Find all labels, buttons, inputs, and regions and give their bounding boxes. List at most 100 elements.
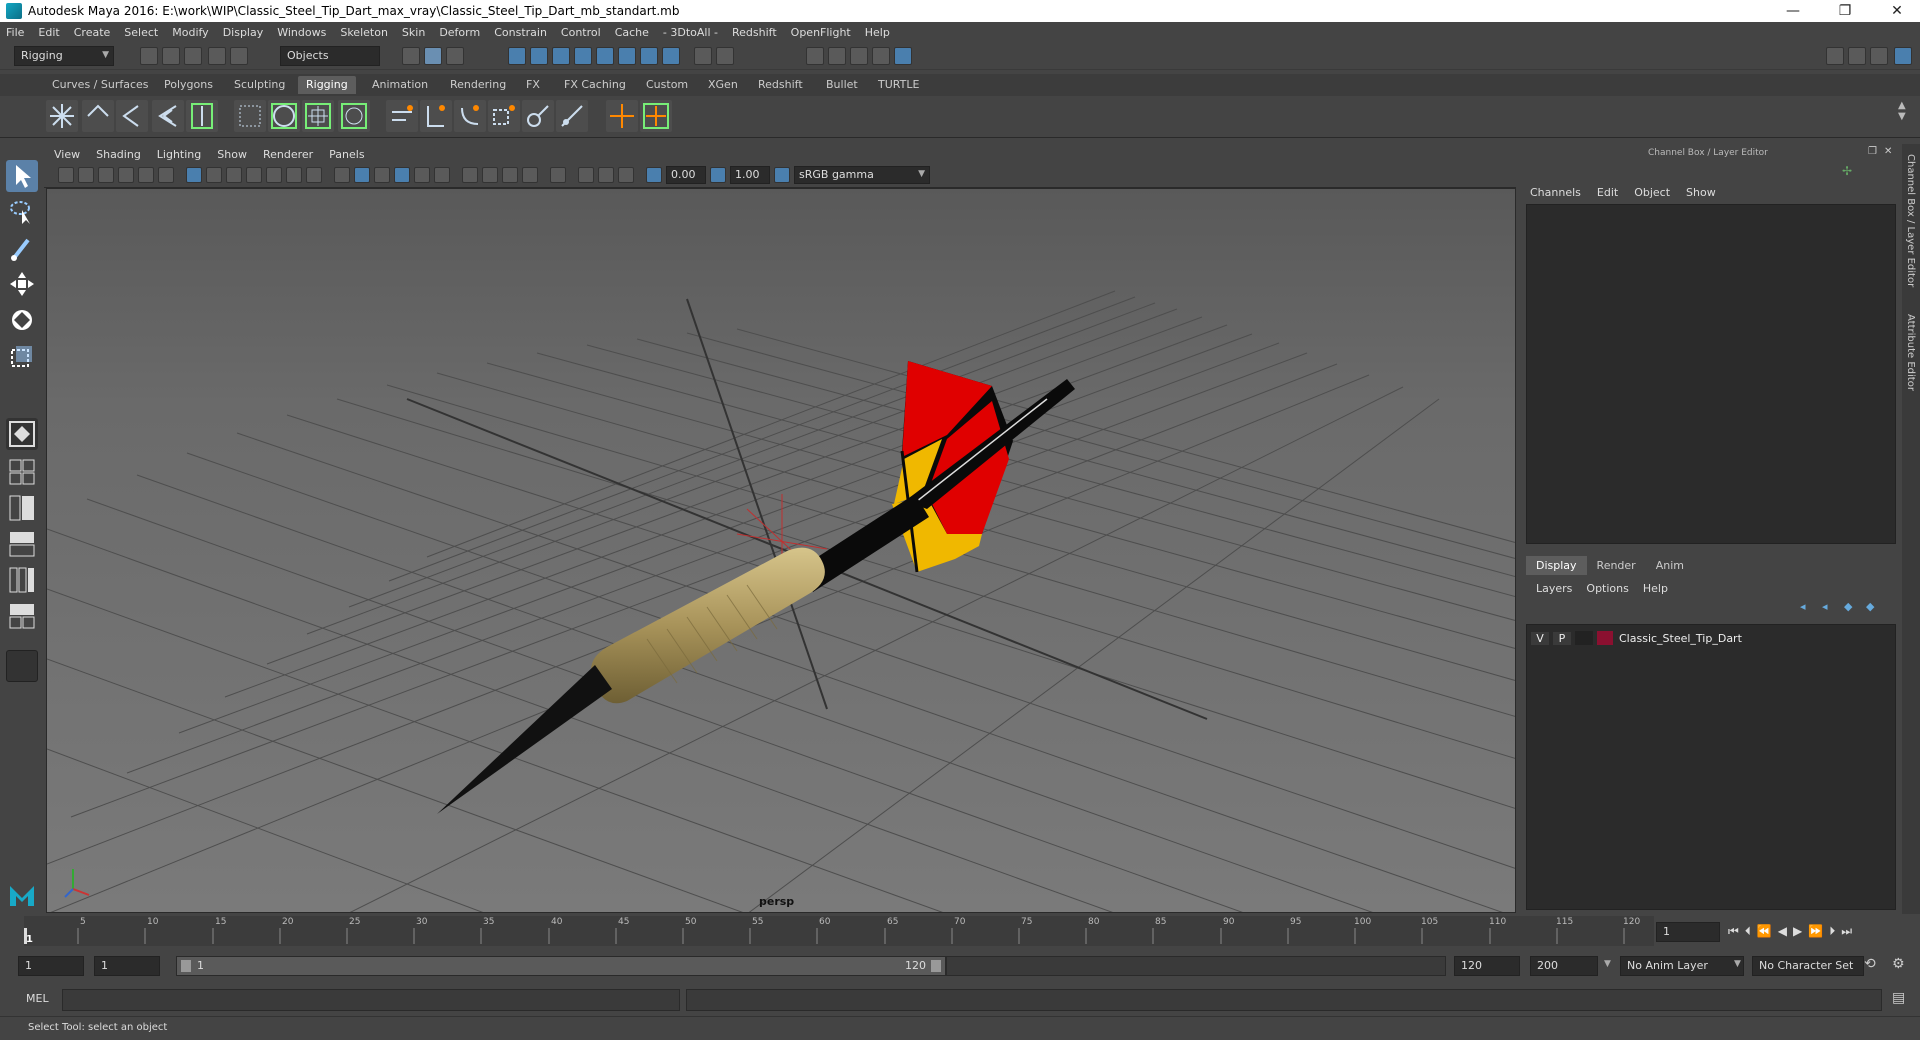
step-forward-frame-icon[interactable]: ⏵ xyxy=(1829,924,1835,939)
film-gate-icon[interactable] xyxy=(206,167,222,183)
modeling-toolkit-icon[interactable] xyxy=(1826,47,1844,65)
gamma-icon[interactable] xyxy=(710,167,726,183)
field-chart-icon[interactable] xyxy=(266,167,282,183)
tab-xgen[interactable]: XGen xyxy=(700,76,746,94)
new-scene-icon[interactable] xyxy=(140,47,158,65)
attribute-editor-icon[interactable] xyxy=(1848,47,1866,65)
step-back-frame-icon[interactable]: ⏴ xyxy=(1745,924,1751,939)
bind-skin-icon[interactable] xyxy=(234,100,266,132)
manipulator-icon[interactable]: ✢ xyxy=(1842,164,1852,178)
ik-handle-icon[interactable] xyxy=(82,100,114,132)
use-all-lights-icon[interactable] xyxy=(414,167,430,183)
screen-space-ao-icon[interactable] xyxy=(462,167,478,183)
cb-menu-channels[interactable]: Channels xyxy=(1530,186,1581,199)
wireframe-icon[interactable] xyxy=(334,167,350,183)
cb-menu-edit[interactable]: Edit xyxy=(1597,186,1618,199)
snap-edge-icon[interactable] xyxy=(640,47,658,65)
render-view-icon[interactable] xyxy=(806,47,824,65)
anti-aliasing-icon[interactable] xyxy=(502,167,518,183)
vp-menu-shading[interactable]: Shading xyxy=(96,148,141,161)
hypershade-layout-icon[interactable] xyxy=(6,564,38,596)
snap-curve-icon[interactable] xyxy=(530,47,548,65)
menu-cache[interactable]: Cache xyxy=(615,26,649,39)
menu-constrain[interactable]: Constrain xyxy=(494,26,547,39)
minimize-button[interactable]: — xyxy=(1770,0,1816,22)
vp-menu-panels[interactable]: Panels xyxy=(329,148,364,161)
command-input[interactable] xyxy=(62,989,680,1011)
wireframe-on-shaded-icon[interactable] xyxy=(374,167,390,183)
menu-create[interactable]: Create xyxy=(74,26,111,39)
select-by-object-icon[interactable] xyxy=(424,47,442,65)
channel-box-area[interactable] xyxy=(1526,204,1896,544)
lasso-tool-icon[interactable] xyxy=(6,196,38,228)
snap-vertex-icon[interactable] xyxy=(618,47,636,65)
exposure-icon[interactable] xyxy=(646,167,662,183)
tab-fx[interactable]: FX xyxy=(518,76,548,94)
aim-constraint-icon[interactable] xyxy=(420,100,452,132)
tab-rigging[interactable]: Rigging xyxy=(298,76,356,94)
mirror-joint-icon[interactable] xyxy=(186,100,218,132)
playback-end-field[interactable]: 120 xyxy=(1454,956,1520,976)
snap-face-icon[interactable] xyxy=(662,47,680,65)
new-layer-selected-icon[interactable]: ◆ xyxy=(1866,600,1874,613)
layer-menu-layers[interactable]: Layers xyxy=(1536,582,1572,595)
script-editor-icon[interactable]: ▤ xyxy=(1892,990,1905,1006)
tab-curves-surfaces[interactable]: Curves / Surfaces xyxy=(44,76,157,94)
selection-mode-dropdown[interactable]: Objects xyxy=(280,46,380,66)
resolution-gate-icon[interactable] xyxy=(226,167,242,183)
move-layer-up-icon[interactable]: ◂ xyxy=(1800,600,1806,613)
layer-visibility-toggle[interactable]: V xyxy=(1531,631,1549,645)
view-transform-dropdown[interactable]: sRGB gamma ▼ xyxy=(794,166,930,184)
gate-mask-icon[interactable] xyxy=(246,167,262,183)
open-scene-icon[interactable] xyxy=(162,47,180,65)
animation-start-field[interactable]: 1 xyxy=(18,956,84,976)
single-perspective-layout-icon[interactable] xyxy=(6,418,38,450)
channel-box-icon[interactable] xyxy=(1894,47,1912,65)
tool-settings-icon[interactable] xyxy=(1870,47,1888,65)
menu-skeleton[interactable]: Skeleton xyxy=(340,26,388,39)
playback-start-field[interactable]: 1 xyxy=(94,956,160,976)
time-slider-ticks[interactable]: 1 5 10 15 20 25 30 35 40 45 50 55 60 65 … xyxy=(24,916,1654,946)
character-set-dropdown[interactable]: No Character Set xyxy=(1752,956,1864,976)
tab-bullet[interactable]: Bullet xyxy=(818,76,866,94)
select-by-component-icon[interactable] xyxy=(446,47,464,65)
lattice-icon[interactable] xyxy=(302,100,334,132)
tab-sculpting[interactable]: Sculpting xyxy=(226,76,293,94)
orient-constraint-icon[interactable] xyxy=(454,100,486,132)
custom-layout-icon[interactable] xyxy=(6,600,38,632)
snap-point-icon[interactable] xyxy=(552,47,570,65)
menu-edit[interactable]: Edit xyxy=(38,26,59,39)
menu-deform[interactable]: Deform xyxy=(439,26,480,39)
vp-menu-show[interactable]: Show xyxy=(217,148,247,161)
menu-select[interactable]: Select xyxy=(124,26,158,39)
tab-redshift[interactable]: Redshift xyxy=(750,76,811,94)
play-forwards-icon[interactable]: ▶ xyxy=(1793,924,1802,939)
chevron-down-icon[interactable]: ▼ xyxy=(1604,959,1611,969)
exposure-field[interactable]: 0.00 xyxy=(666,166,706,184)
vp-menu-renderer[interactable]: Renderer xyxy=(263,148,313,161)
tab-custom[interactable]: Custom xyxy=(638,76,696,94)
perspective-viewport[interactable]: persp xyxy=(46,188,1516,913)
render-settings-icon[interactable] xyxy=(872,47,890,65)
layer-playback-toggle[interactable]: P xyxy=(1553,631,1571,645)
menu-file[interactable]: File xyxy=(6,26,24,39)
hypershade-icon[interactable] xyxy=(894,47,912,65)
range-slider-track[interactable] xyxy=(946,956,1446,976)
current-frame-field[interactable]: 1 xyxy=(1656,922,1720,942)
depth-of-field-icon[interactable] xyxy=(522,167,538,183)
range-end-handle[interactable] xyxy=(931,960,941,972)
layer-menu-options[interactable]: Options xyxy=(1586,582,1628,595)
undo-icon[interactable] xyxy=(208,47,226,65)
insert-joint-icon[interactable] xyxy=(152,100,184,132)
animation-preferences-icon[interactable]: ⚙ xyxy=(1892,956,1905,972)
locator-constraint-icon[interactable] xyxy=(640,100,672,132)
color-management-icon[interactable] xyxy=(774,167,790,183)
select-by-hierarchy-icon[interactable] xyxy=(402,47,420,65)
tab-channel-box-layer-editor[interactable]: Channel Box / Layer Editor xyxy=(1905,154,1916,287)
tab-polygons[interactable]: Polygons xyxy=(156,76,221,94)
tab-fx-caching[interactable]: FX Caching xyxy=(556,76,634,94)
menu-skin[interactable]: Skin xyxy=(402,26,425,39)
scale-constraint-icon[interactable] xyxy=(488,100,520,132)
float-panel-icon[interactable]: ❐ xyxy=(1868,146,1877,157)
shelf-scroll-icon[interactable]: ▲ ▼ xyxy=(1898,100,1906,122)
